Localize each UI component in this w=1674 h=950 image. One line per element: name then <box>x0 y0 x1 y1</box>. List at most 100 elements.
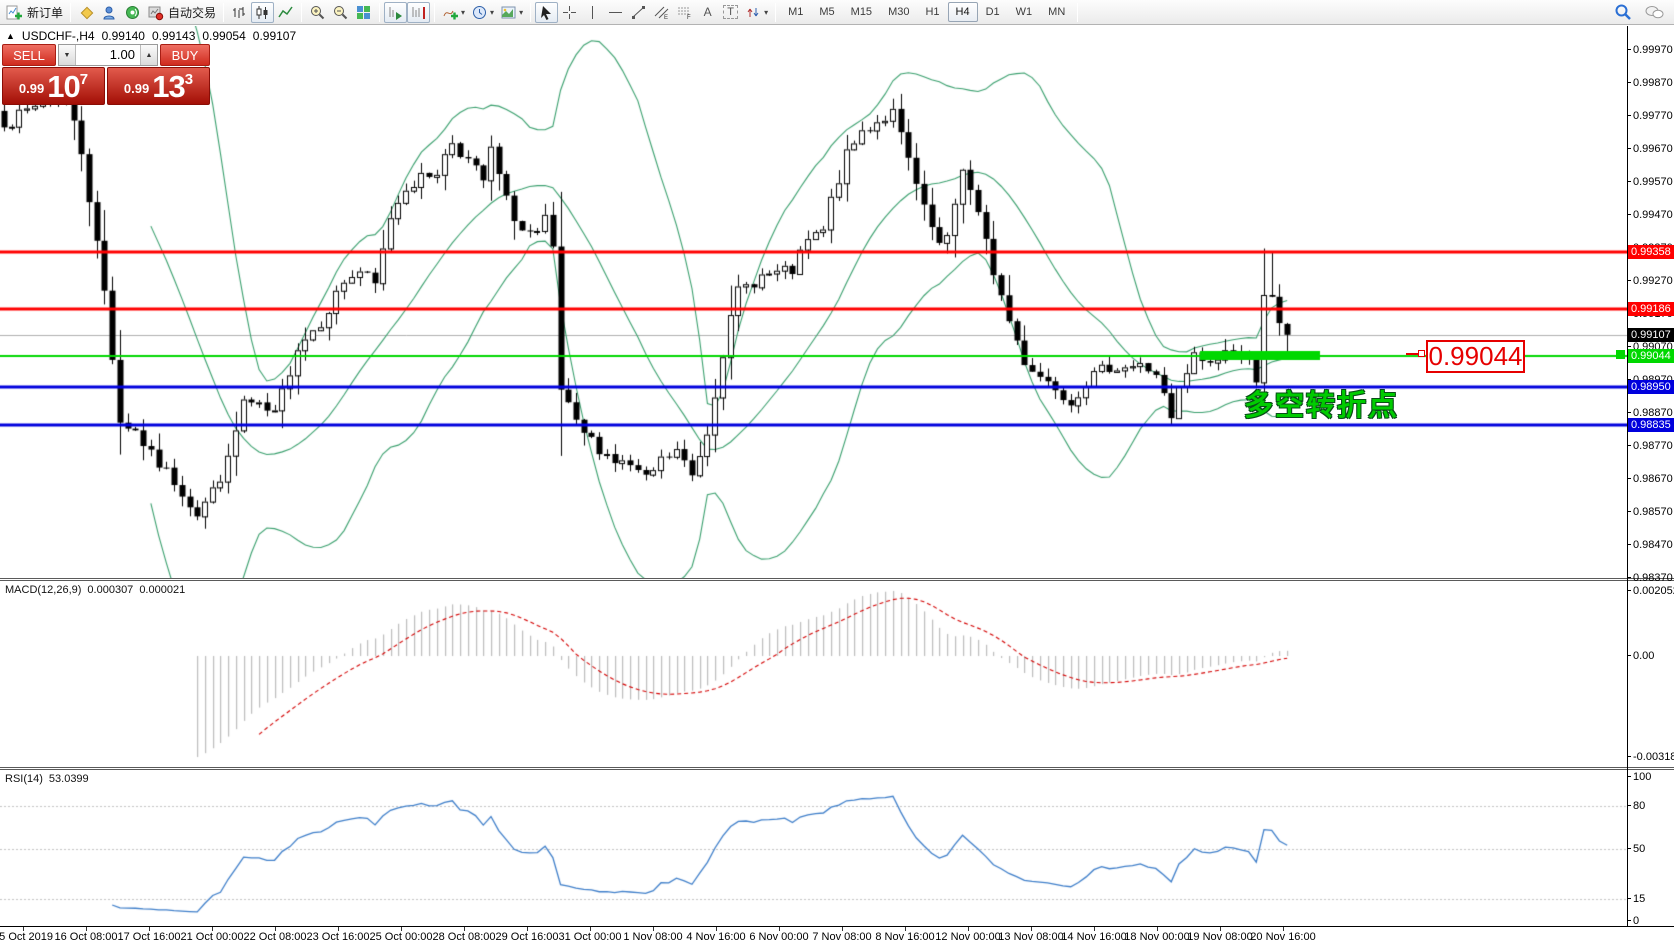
time-label: 21 Oct 00:00 <box>181 931 244 943</box>
collapse-arrow-icon[interactable]: ▲ <box>6 31 15 41</box>
periods-button[interactable]: ▾ <box>468 2 497 23</box>
separator <box>1077 3 1078 22</box>
time-tick-mark <box>1031 927 1032 931</box>
price-tag-0.99358: 0.99358 <box>1628 245 1674 259</box>
vertical-line-icon <box>584 4 601 21</box>
macd-axis-label: 0.002052 <box>1633 585 1674 597</box>
new-order-label: 新订单 <box>27 4 63 21</box>
toolbar: 新订单 自动交易 <box>0 0 1674 25</box>
tile-windows-button[interactable] <box>352 2 375 23</box>
time-tick-mark <box>968 927 969 931</box>
buy-button[interactable]: BUY <box>160 44 210 66</box>
zoom-out-button[interactable] <box>329 2 352 23</box>
price-axis-border <box>1627 26 1628 926</box>
time-label: 12 Nov 00:00 <box>935 931 1000 943</box>
time-label: 8 Nov 16:00 <box>875 931 934 943</box>
time-tick-mark <box>779 927 780 931</box>
metaeditor-button[interactable] <box>75 2 98 23</box>
separator <box>223 3 224 22</box>
time-label: 23 Oct 16:00 <box>307 931 370 943</box>
price-tick-label: 0.98470 <box>1633 539 1674 551</box>
buy-price-small: 0.99 <box>124 77 149 101</box>
time-tick-mark <box>590 927 591 931</box>
candlestick-chart-button[interactable] <box>251 2 274 23</box>
signals-button[interactable] <box>121 2 144 23</box>
zoom-in-button[interactable] <box>306 2 329 23</box>
crosshair-tool-button[interactable] <box>558 2 581 23</box>
fibonacci-icon: F <box>676 4 693 21</box>
channel-tool-button[interactable]: E <box>650 2 673 23</box>
indicators-button[interactable]: ▾ <box>439 2 468 23</box>
trendline-tool-button[interactable] <box>627 2 650 23</box>
horizontal-line-icon <box>607 4 624 21</box>
search-icon[interactable] <box>1614 3 1632 21</box>
turning-point-annotation[interactable]: 多空转折点 <box>1244 382 1399 424</box>
price-tick-label: 0.99570 <box>1633 176 1674 188</box>
volume-decrease-button[interactable]: ▼ <box>59 45 76 65</box>
autotrading-label: 自动交易 <box>168 4 216 21</box>
rsi-label: RSI(14) 53.0399 <box>5 773 89 785</box>
cursor-tool-button[interactable] <box>535 2 558 23</box>
time-label: 13 Nov 08:00 <box>998 931 1063 943</box>
bar-chart-button[interactable] <box>228 2 251 23</box>
auto-scroll-button[interactable] <box>384 2 407 23</box>
time-label: 18 Nov 00:00 <box>1124 931 1189 943</box>
new-order-button[interactable]: 新订单 <box>3 2 66 23</box>
timeframe-M15[interactable]: M15 <box>843 2 880 22</box>
sell-price-display[interactable]: 0.99 10 7 <box>2 67 105 105</box>
hline-endpoint-marker[interactable] <box>1616 350 1625 359</box>
price-tick-label: 0.99470 <box>1633 209 1674 221</box>
timeframe-W1[interactable]: W1 <box>1008 2 1041 22</box>
time-label: 28 Oct 08:00 <box>433 931 496 943</box>
text-label-tool-button[interactable]: T <box>719 2 742 23</box>
rsi-value: 53.0399 <box>49 773 89 785</box>
time-tick-mark <box>1094 927 1095 931</box>
chat-icon[interactable] <box>1644 3 1664 21</box>
sell-button[interactable]: SELL <box>2 44 56 66</box>
terminal-button[interactable] <box>98 2 121 23</box>
time-tick-mark <box>1157 927 1158 931</box>
autotrading-button[interactable]: 自动交易 <box>144 2 219 23</box>
templates-button[interactable]: ▾ <box>497 2 526 23</box>
time-tick-mark <box>1283 927 1284 931</box>
arrows-tool-button[interactable]: ▾ <box>742 2 771 23</box>
time-tick-mark <box>653 927 654 931</box>
vertical-line-tool-button[interactable] <box>581 2 604 23</box>
price-callout[interactable]: 0.99044 <box>1426 340 1525 373</box>
text-tool-button[interactable]: A <box>696 2 719 23</box>
buy-price-big: 13 <box>152 72 184 101</box>
macd-panel-canvas[interactable] <box>0 581 1627 767</box>
timeframe-MN[interactable]: MN <box>1040 2 1073 22</box>
auto-scroll-icon <box>387 4 404 21</box>
time-tick-mark <box>212 927 213 931</box>
timeframe-M30[interactable]: M30 <box>880 2 917 22</box>
timeframe-H4[interactable]: H4 <box>948 2 978 22</box>
price-tick-label: 0.99870 <box>1633 77 1674 89</box>
horizontal-line-tool-button[interactable] <box>604 2 627 23</box>
volume-increase-button[interactable]: ▲ <box>140 45 157 65</box>
rsi-panel-canvas[interactable] <box>0 770 1627 926</box>
templates-icon <box>500 4 517 21</box>
text-icon: A <box>704 5 712 19</box>
line-chart-button[interactable] <box>274 2 297 23</box>
terminal-icon <box>101 4 118 21</box>
panel-separator[interactable] <box>0 767 1674 770</box>
buy-price-display[interactable]: 0.99 13 3 <box>107 67 210 105</box>
indicators-icon <box>442 4 459 21</box>
timeframe-M1[interactable]: M1 <box>780 2 811 22</box>
timeframe-H1[interactable]: H1 <box>917 2 947 22</box>
volume-value[interactable]: 1.00 <box>76 45 140 65</box>
price-chart-canvas[interactable] <box>0 26 1627 579</box>
panel-separator[interactable] <box>0 578 1674 581</box>
fibonacci-tool-button[interactable]: F <box>673 2 696 23</box>
rsi-name: RSI(14) <box>5 773 43 785</box>
chart-shift-button[interactable] <box>407 2 430 23</box>
chart-area: ▲ USDCHF-,H4 0.99140 0.99143 0.99054 0.9… <box>0 26 1674 950</box>
candlestick-chart-icon <box>254 4 271 21</box>
timeframe-D1[interactable]: D1 <box>978 2 1008 22</box>
time-tick-mark <box>1220 927 1221 931</box>
callout-connector-node[interactable] <box>1418 350 1425 357</box>
price-tick-label: 0.98770 <box>1633 440 1674 452</box>
timeframe-M5[interactable]: M5 <box>811 2 842 22</box>
equidistant-channel-icon: E <box>653 4 670 21</box>
